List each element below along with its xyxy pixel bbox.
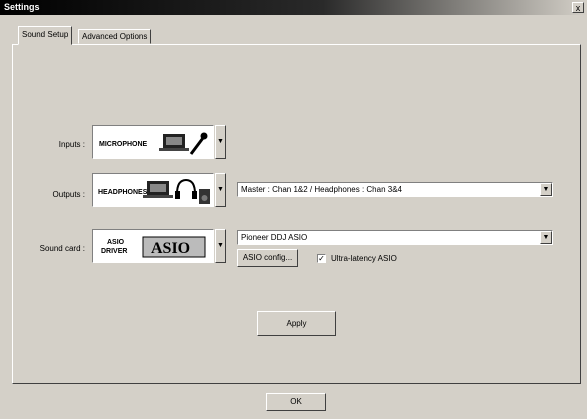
ok-button[interactable]: OK — [266, 393, 326, 411]
chevron-down-icon: ▼ — [542, 234, 550, 241]
chevron-down-icon: ▼ — [542, 186, 550, 193]
window-title: Settings — [4, 2, 40, 12]
asio-driver-icon: ASIO DRIVER ASIO — [101, 236, 206, 258]
close-button[interactable]: x — [572, 2, 584, 13]
asio-image-text-1: ASIO — [107, 239, 125, 246]
tab-advanced-options-label: Advanced Options — [82, 32, 148, 41]
asio-config-button[interactable]: ASIO config... — [237, 249, 298, 267]
sound-card-label: Sound card : — [39, 244, 85, 253]
microphone-icon: MICROPHONE — [99, 132, 208, 155]
headphones-icon: HEADPHONES — [98, 178, 210, 204]
inputs-dropdown-button[interactable]: ▼ — [215, 125, 226, 159]
ultra-latency-checkbox[interactable]: ✓ — [317, 254, 326, 263]
settings-window: Settings x Sound Setup Advanced Options … — [0, 0, 587, 419]
asio-logo-text: ASIO — [151, 240, 190, 257]
asio-image-text-2: DRIVER — [101, 248, 127, 255]
tab-advanced-options[interactable]: Advanced Options — [78, 29, 152, 44]
ok-label: OK — [290, 397, 302, 406]
asio-config-label: ASIO config... — [242, 253, 293, 262]
chevron-down-icon: ▼ — [217, 242, 224, 249]
sound-card-image[interactable]: ASIO DRIVER ASIO — [92, 229, 214, 263]
apply-label: Apply — [286, 319, 307, 328]
outputs-channel-value: Master : Chan 1&2 / Headphones : Chan 3&… — [241, 185, 402, 194]
apply-button[interactable]: Apply — [257, 311, 336, 336]
tab-sound-setup[interactable]: Sound Setup — [18, 26, 73, 45]
outputs-label: Outputs : — [52, 190, 85, 199]
chevron-down-icon: ▼ — [217, 186, 224, 193]
title-bar: Settings x — [0, 0, 587, 15]
check-icon: ✓ — [318, 254, 325, 263]
sound-setup-panel: Inputs : MICROPHONE ▼ Outputs : HEADPHON… — [12, 44, 581, 384]
tab-sound-setup-label: Sound Setup — [22, 30, 69, 39]
outputs-image[interactable]: HEADPHONES — [92, 173, 214, 207]
sound-card-value: Pioneer DDJ ASIO — [241, 233, 308, 242]
inputs-image[interactable]: MICROPHONE — [92, 125, 214, 159]
outputs-dropdown-button[interactable]: ▼ — [215, 173, 226, 207]
outputs-channel-dropdown-arrow[interactable]: ▼ — [540, 183, 552, 196]
chevron-down-icon: ▼ — [217, 138, 224, 145]
close-icon: x — [575, 3, 581, 13]
outputs-channel-select[interactable]: Master : Chan 1&2 / Headphones : Chan 3&… — [237, 182, 553, 197]
inputs-label: Inputs : — [58, 140, 85, 149]
sound-card-dropdown-button[interactable]: ▼ — [215, 229, 226, 263]
sound-card-select[interactable]: Pioneer DDJ ASIO ▼ — [237, 230, 553, 245]
inputs-image-text: MICROPHONE — [99, 141, 148, 148]
ultra-latency-label: Ultra-latency ASIO — [331, 254, 397, 263]
outputs-image-text: HEADPHONES — [98, 189, 148, 196]
sound-card-dropdown-arrow[interactable]: ▼ — [540, 231, 552, 244]
